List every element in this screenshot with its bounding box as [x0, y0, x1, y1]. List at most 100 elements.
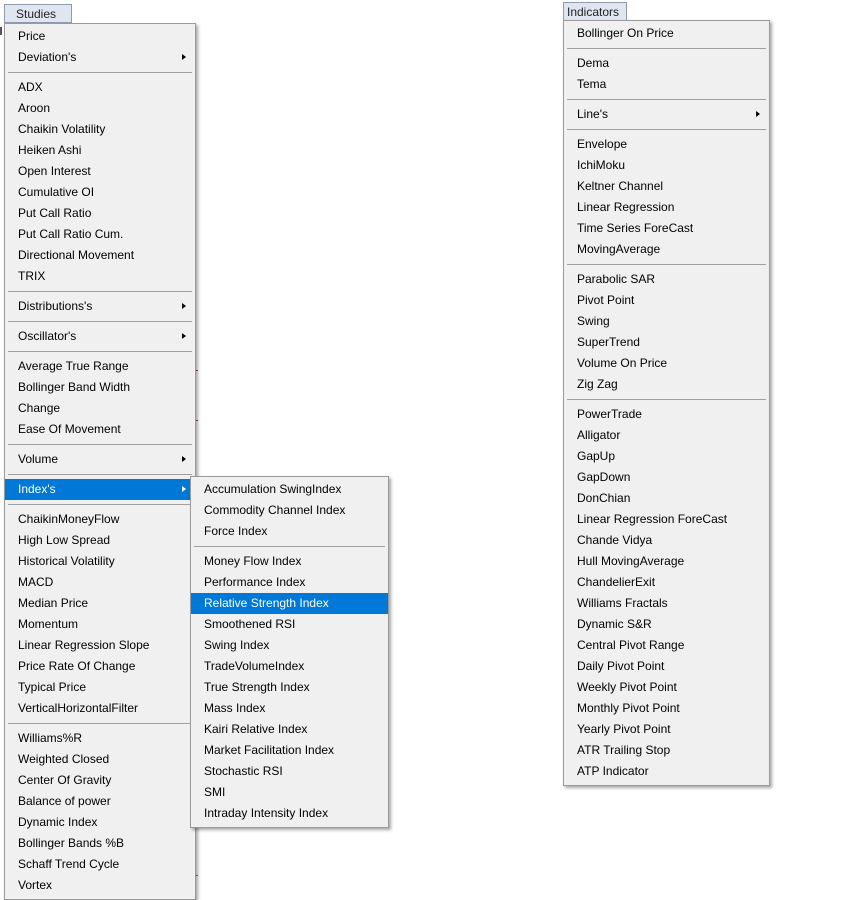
index-item-market-facilitation-index[interactable]: Market Facilitation Index [191, 740, 388, 761]
studies-item-verticalhorizontalfilter[interactable]: VerticalHorizontalFilter [5, 698, 195, 719]
index-item-relative-strength-index[interactable]: Relative Strength Index [191, 593, 388, 614]
menu-item-label: Dynamic S&R [577, 617, 652, 631]
menu-item-label: Kairi Relative Index [204, 722, 308, 736]
indicators-item-atp-indicator[interactable]: ATP Indicator [564, 761, 769, 782]
menu-item-label: Hull MovingAverage [577, 554, 685, 568]
indicators-item-keltner-channel[interactable]: Keltner Channel [564, 176, 769, 197]
studies-item-schaff-trend-cycle[interactable]: Schaff Trend Cycle [5, 854, 195, 875]
index-item-accumulation-swingindex[interactable]: Accumulation SwingIndex [191, 479, 388, 500]
studies-item-balance-of-power[interactable]: Balance of power [5, 791, 195, 812]
index-item-intraday-intensity-index[interactable]: Intraday Intensity Index [191, 803, 388, 824]
menu-item-label: Ease Of Movement [18, 422, 121, 436]
indicators-item-dynamic-s-r[interactable]: Dynamic S&R [564, 614, 769, 635]
studies-item-directional-movement[interactable]: Directional Movement [5, 245, 195, 266]
studies-item-deviation-s[interactable]: Deviation's [5, 47, 195, 68]
studies-item-adx[interactable]: ADX [5, 77, 195, 98]
menu-item-label: Swing Index [204, 638, 270, 652]
indicators-item-time-series-forecast[interactable]: Time Series ForeCast [564, 218, 769, 239]
studies-item-typical-price[interactable]: Typical Price [5, 677, 195, 698]
indicators-item-linear-regression-forecast[interactable]: Linear Regression ForeCast [564, 509, 769, 530]
index-submenu: Accumulation SwingIndex Commodity Channel… [190, 476, 389, 828]
studies-item-linear-regression-slope[interactable]: Linear Regression Slope [5, 635, 195, 656]
indicators-item-swing[interactable]: Swing [564, 311, 769, 332]
studies-item-median-price[interactable]: Median Price [5, 593, 195, 614]
menu-item-label: Force Index [204, 524, 268, 538]
submenu-arrow-icon [756, 111, 760, 117]
indicators-item-chandelierexit[interactable]: ChandelierExit [564, 572, 769, 593]
indicators-item-powertrade[interactable]: PowerTrade [564, 404, 769, 425]
index-item-money-flow-index[interactable]: Money Flow Index [191, 551, 388, 572]
studies-item-chaikin-volatility[interactable]: Chaikin Volatility [5, 119, 195, 140]
studies-item-dynamic-index[interactable]: Dynamic Index [5, 812, 195, 833]
studies-item-distributions-s[interactable]: Distributions's [5, 296, 195, 317]
studies-item-momentum[interactable]: Momentum [5, 614, 195, 635]
studies-menu-button[interactable]: Studies [4, 4, 72, 23]
indicators-item-line-s[interactable]: Line's [564, 104, 769, 125]
indicators-item-weekly-pivot-point[interactable]: Weekly Pivot Point [564, 677, 769, 698]
indicators-item-zig-zag[interactable]: Zig Zag [564, 374, 769, 395]
index-item-smoothened-rsi[interactable]: Smoothened RSI [191, 614, 388, 635]
index-item-tradevolumeindex[interactable]: TradeVolumeIndex [191, 656, 388, 677]
studies-item-price-rate-of-change[interactable]: Price Rate Of Change [5, 656, 195, 677]
studies-item-open-interest[interactable]: Open Interest [5, 161, 195, 182]
studies-item-williams-r[interactable]: Williams%R [5, 728, 195, 749]
index-item-stochastic-rsi[interactable]: Stochastic RSI [191, 761, 388, 782]
indicators-item-daily-pivot-point[interactable]: Daily Pivot Point [564, 656, 769, 677]
studies-item-heiken-ashi[interactable]: Heiken Ashi [5, 140, 195, 161]
studies-item-macd[interactable]: MACD [5, 572, 195, 593]
studies-item-bollinger-bands-b[interactable]: Bollinger Bands %B [5, 833, 195, 854]
menu-item-label: Zig Zag [577, 377, 618, 391]
studies-item-average-true-range[interactable]: Average True Range [5, 356, 195, 377]
studies-item-put-call-ratio[interactable]: Put Call Ratio [5, 203, 195, 224]
indicators-item-parabolic-sar[interactable]: Parabolic SAR [564, 269, 769, 290]
index-item-force-index[interactable]: Force Index [191, 521, 388, 542]
studies-item-put-call-ratio-cum[interactable]: Put Call Ratio Cum. [5, 224, 195, 245]
studies-item-oscillator-s[interactable]: Oscillator's [5, 326, 195, 347]
indicators-item-monthly-pivot-point[interactable]: Monthly Pivot Point [564, 698, 769, 719]
studies-item-historical-volatility[interactable]: Historical Volatility [5, 551, 195, 572]
studies-item-volume[interactable]: Volume [5, 449, 195, 470]
studies-item-weighted-closed[interactable]: Weighted Closed [5, 749, 195, 770]
menu-item-label: Performance Index [204, 575, 306, 589]
indicators-item-ichimoku[interactable]: IchiMoku [564, 155, 769, 176]
studies-item-bollinger-band-width[interactable]: Bollinger Band Width [5, 377, 195, 398]
index-item-swing-index[interactable]: Swing Index [191, 635, 388, 656]
index-item-mass-index[interactable]: Mass Index [191, 698, 388, 719]
index-item-smi[interactable]: SMI [191, 782, 388, 803]
indicators-item-movingaverage[interactable]: MovingAverage [564, 239, 769, 260]
indicators-item-donchian[interactable]: DonChian [564, 488, 769, 509]
indicators-item-pivot-point[interactable]: Pivot Point [564, 290, 769, 311]
studies-item-change[interactable]: Change [5, 398, 195, 419]
indicators-item-dema[interactable]: Dema [564, 53, 769, 74]
indicators-item-hull-movingaverage[interactable]: Hull MovingAverage [564, 551, 769, 572]
indicators-item-supertrend[interactable]: SuperTrend [564, 332, 769, 353]
indicators-item-bollinger-on-price[interactable]: Bollinger On Price [564, 23, 769, 44]
studies-item-chaikinmoneyflow[interactable]: ChaikinMoneyFlow [5, 509, 195, 530]
studies-item-high-low-spread[interactable]: High Low Spread [5, 530, 195, 551]
studies-item-aroon[interactable]: Aroon [5, 98, 195, 119]
indicators-item-volume-on-price[interactable]: Volume On Price [564, 353, 769, 374]
indicators-item-envelope[interactable]: Envelope [564, 134, 769, 155]
studies-item-ease-of-movement[interactable]: Ease Of Movement [5, 419, 195, 440]
index-item-kairi-relative-index[interactable]: Kairi Relative Index [191, 719, 388, 740]
studies-item-price[interactable]: Price [5, 26, 195, 47]
indicators-item-gapdown[interactable]: GapDown [564, 467, 769, 488]
index-item-performance-index[interactable]: Performance Index [191, 572, 388, 593]
studies-item-vortex[interactable]: Vortex [5, 875, 195, 896]
studies-item-center-of-gravity[interactable]: Center Of Gravity [5, 770, 195, 791]
indicators-item-williams-fractals[interactable]: Williams Fractals [564, 593, 769, 614]
indicators-menu-button[interactable]: Indicators [563, 2, 627, 21]
studies-item-trix[interactable]: TRIX [5, 266, 195, 287]
indicators-item-chande-vidya[interactable]: Chande Vidya [564, 530, 769, 551]
indicators-item-tema[interactable]: Tema [564, 74, 769, 95]
indicators-item-central-pivot-range[interactable]: Central Pivot Range [564, 635, 769, 656]
indicators-item-yearly-pivot-point[interactable]: Yearly Pivot Point [564, 719, 769, 740]
studies-item-index-s[interactable]: Index's [5, 479, 195, 500]
studies-item-cumulative-oi[interactable]: Cumulative OI [5, 182, 195, 203]
index-item-true-strength-index[interactable]: True Strength Index [191, 677, 388, 698]
index-item-commodity-channel-index[interactable]: Commodity Channel Index [191, 500, 388, 521]
indicators-item-linear-regression[interactable]: Linear Regression [564, 197, 769, 218]
indicators-item-atr-trailing-stop[interactable]: ATR Trailing Stop [564, 740, 769, 761]
indicators-item-gapup[interactable]: GapUp [564, 446, 769, 467]
indicators-item-alligator[interactable]: Alligator [564, 425, 769, 446]
